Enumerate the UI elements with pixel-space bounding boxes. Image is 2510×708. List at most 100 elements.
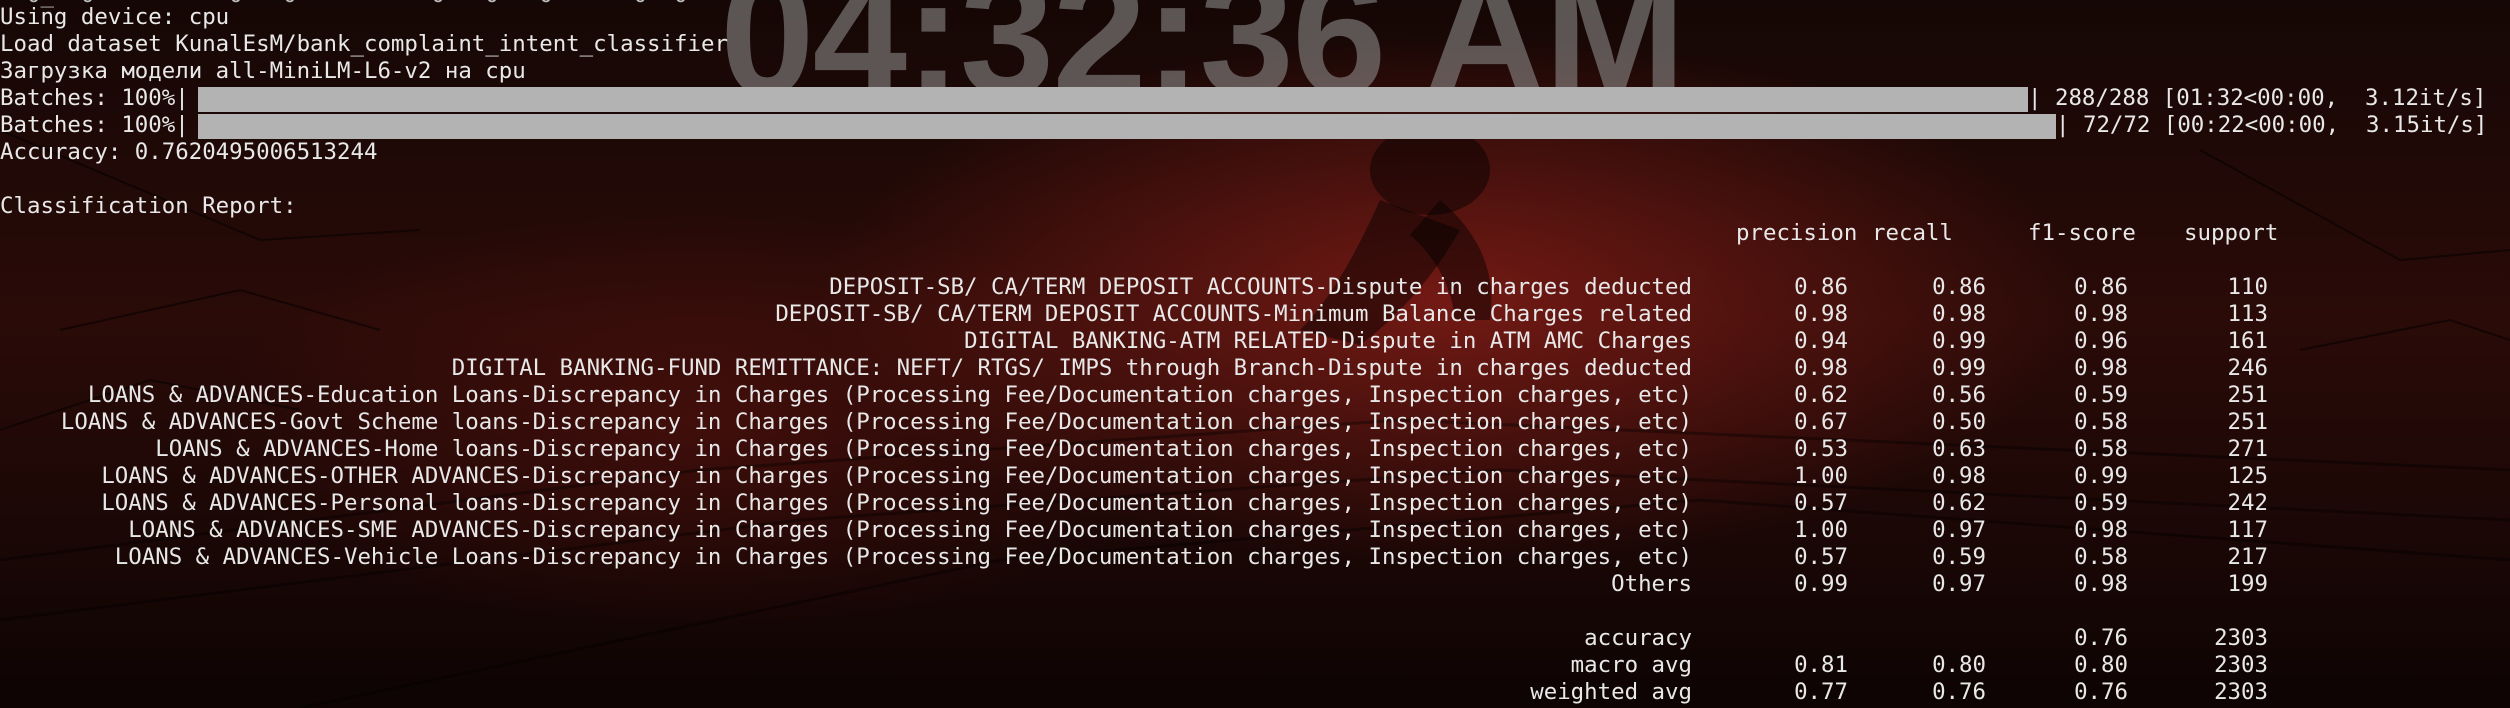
- f1-score-value: 0.59: [2074, 490, 2128, 516]
- dataset-line: Load dataset KunalEsM/bank_complaint_int…: [0, 31, 728, 57]
- recall-value: 0.63: [1932, 436, 1986, 462]
- recall-value: 0.76: [1932, 679, 1986, 705]
- support-value: 271: [2227, 436, 2268, 462]
- summary-row: accuracy 0.76 2303: [0, 625, 2510, 652]
- header-f1-score: f1-score: [2028, 220, 2136, 246]
- recall-value: 0.62: [1932, 490, 1986, 516]
- support-value: 161: [2227, 328, 2268, 354]
- recall-value: 0.86: [1932, 274, 1986, 300]
- f1-score-value: 0.58: [2074, 436, 2128, 462]
- f1-score-value: 0.76: [2074, 625, 2128, 651]
- report-title: Classification Report:: [0, 193, 297, 219]
- precision-value: 0.77: [1794, 679, 1848, 705]
- precision-value: 0.98: [1794, 301, 1848, 327]
- recall-value: 0.98: [1932, 463, 1986, 489]
- row-label: DEPOSIT-SB/ CA/TERM DEPOSIT ACCOUNTS-Dis…: [829, 274, 1692, 300]
- row-label: DIGITAL BANKING-ATM RELATED-Dispute in A…: [964, 328, 1692, 354]
- progress-prefix: Batches: 100%|: [0, 85, 189, 111]
- precision-value: 0.98: [1794, 355, 1848, 381]
- progress-fill: [198, 87, 2028, 112]
- table-row: LOANS & ADVANCES-Education Loans-Discrep…: [0, 382, 2510, 409]
- summary-row: macro avg 0.81 0.80 0.80 2303: [0, 652, 2510, 679]
- row-label: accuracy: [1584, 625, 1692, 651]
- support-value: 2303: [2214, 679, 2268, 705]
- progress-bar-test: Batches: 100%| | 72/72 [00:22<00:00, 3.1…: [0, 112, 2510, 139]
- header-recall: recall: [1872, 220, 1953, 246]
- recall-value: 0.59: [1932, 544, 1986, 570]
- f1-score-value: 0.76: [2074, 679, 2128, 705]
- support-value: 110: [2227, 274, 2268, 300]
- report-header-row: precision recall f1-score support: [0, 220, 2510, 247]
- f1-score-value: 0.96: [2074, 328, 2128, 354]
- row-label: DIGITAL BANKING-FUND REMITTANCE: NEFT/ R…: [451, 355, 1692, 381]
- accuracy-line: Accuracy: 0.7620495006513244: [0, 139, 378, 165]
- progress-suffix: | 72/72 [00:22<00:00, 3.15it/s]: [2056, 112, 2488, 138]
- summary-row: weighted avg 0.77 0.76 0.76 2303: [0, 679, 2510, 706]
- f1-score-value: 0.98: [2074, 517, 2128, 543]
- support-value: 199: [2227, 571, 2268, 597]
- support-value: 2303: [2214, 625, 2268, 651]
- precision-value: 0.53: [1794, 436, 1848, 462]
- recall-value: 0.97: [1932, 571, 1986, 597]
- f1-score-value: 0.58: [2074, 544, 2128, 570]
- table-row: LOANS & ADVANCES-Home loans-Discrepancy …: [0, 436, 2510, 463]
- support-value: 2303: [2214, 652, 2268, 678]
- f1-score-value: 0.80: [2074, 652, 2128, 678]
- row-label: Others: [1611, 571, 1692, 597]
- recall-value: 0.99: [1932, 355, 1986, 381]
- f1-score-value: 0.86: [2074, 274, 2128, 300]
- model-line: Загрузка модели all-MiniLM-L6-v2 на cpu: [0, 58, 526, 84]
- precision-value: 0.67: [1794, 409, 1848, 435]
- precision-value: 0.62: [1794, 382, 1848, 408]
- row-label: weighted avg: [1530, 679, 1692, 705]
- precision-value: 0.81: [1794, 652, 1848, 678]
- progress-prefix: Batches: 100%|: [0, 112, 189, 138]
- row-label: LOANS & ADVANCES-Govt Scheme loans-Discr…: [60, 409, 1692, 435]
- recall-value: 0.56: [1932, 382, 1986, 408]
- row-label: LOANS & ADVANCES-OTHER ADVANCES-Discrepa…: [101, 463, 1692, 489]
- support-value: 117: [2227, 517, 2268, 543]
- f1-score-value: 0.98: [2074, 301, 2128, 327]
- f1-score-value: 0.99: [2074, 463, 2128, 489]
- recall-value: 0.97: [1932, 517, 1986, 543]
- table-row: DEPOSIT-SB/ CA/TERM DEPOSIT ACCOUNTS-Dis…: [0, 274, 2510, 301]
- recall-value: 0.98: [1932, 301, 1986, 327]
- progress-fill: [198, 114, 2056, 139]
- f1-score-value: 0.58: [2074, 409, 2128, 435]
- progress-bar-train: Batches: 100%| | 288/288 [01:32<00:00, 3…: [0, 85, 2510, 112]
- precision-value: 0.94: [1794, 328, 1848, 354]
- precision-value: 0.57: [1794, 544, 1848, 570]
- table-row: LOANS & ADVANCES-OTHER ADVANCES-Discrepa…: [0, 463, 2510, 490]
- table-row: DIGITAL BANKING-ATM RELATED-Dispute in A…: [0, 328, 2510, 355]
- precision-value: 0.57: [1794, 490, 1848, 516]
- table-row: LOANS & ADVANCES-Personal loans-Discrepa…: [0, 490, 2510, 517]
- row-label: LOANS & ADVANCES-Vehicle Loans-Discrepan…: [114, 544, 1692, 570]
- precision-value: 0.86: [1794, 274, 1848, 300]
- row-label: LOANS & ADVANCES-Home loans-Discrepancy …: [155, 436, 1692, 462]
- recall-value: 0.80: [1932, 652, 1986, 678]
- support-value: 251: [2227, 382, 2268, 408]
- terminal-output[interactable]: 0_ 0 0 0 0 0 0 0 0 Using device: cpu Loa…: [0, 0, 2510, 708]
- support-value: 251: [2227, 409, 2268, 435]
- table-row: LOANS & ADVANCES-Vehicle Loans-Discrepan…: [0, 544, 2510, 571]
- row-label: LOANS & ADVANCES-Personal loans-Discrepa…: [101, 490, 1692, 516]
- f1-score-value: 0.98: [2074, 355, 2128, 381]
- support-value: 217: [2227, 544, 2268, 570]
- table-row: LOANS & ADVANCES-SME ADVANCES-Discrepanc…: [0, 517, 2510, 544]
- row-label: DEPOSIT-SB/ CA/TERM DEPOSIT ACCOUNTS-Min…: [775, 301, 1692, 327]
- row-label: LOANS & ADVANCES-SME ADVANCES-Discrepanc…: [128, 517, 1692, 543]
- table-row: Others 0.99 0.97 0.98 199: [0, 571, 2510, 598]
- header-precision: precision: [1736, 220, 1858, 246]
- precision-value: 0.99: [1794, 571, 1848, 597]
- recall-value: 0.50: [1932, 409, 1986, 435]
- support-value: 113: [2227, 301, 2268, 327]
- device-line: Using device: cpu: [0, 4, 230, 30]
- table-row: DIGITAL BANKING-FUND REMITTANCE: NEFT/ R…: [0, 355, 2510, 382]
- recall-value: 0.99: [1932, 328, 1986, 354]
- table-row: LOANS & ADVANCES-Govt Scheme loans-Discr…: [0, 409, 2510, 436]
- f1-score-value: 0.98: [2074, 571, 2128, 597]
- support-value: 242: [2227, 490, 2268, 516]
- table-row: DEPOSIT-SB/ CA/TERM DEPOSIT ACCOUNTS-Min…: [0, 301, 2510, 328]
- support-value: 125: [2227, 463, 2268, 489]
- precision-value: 1.00: [1794, 517, 1848, 543]
